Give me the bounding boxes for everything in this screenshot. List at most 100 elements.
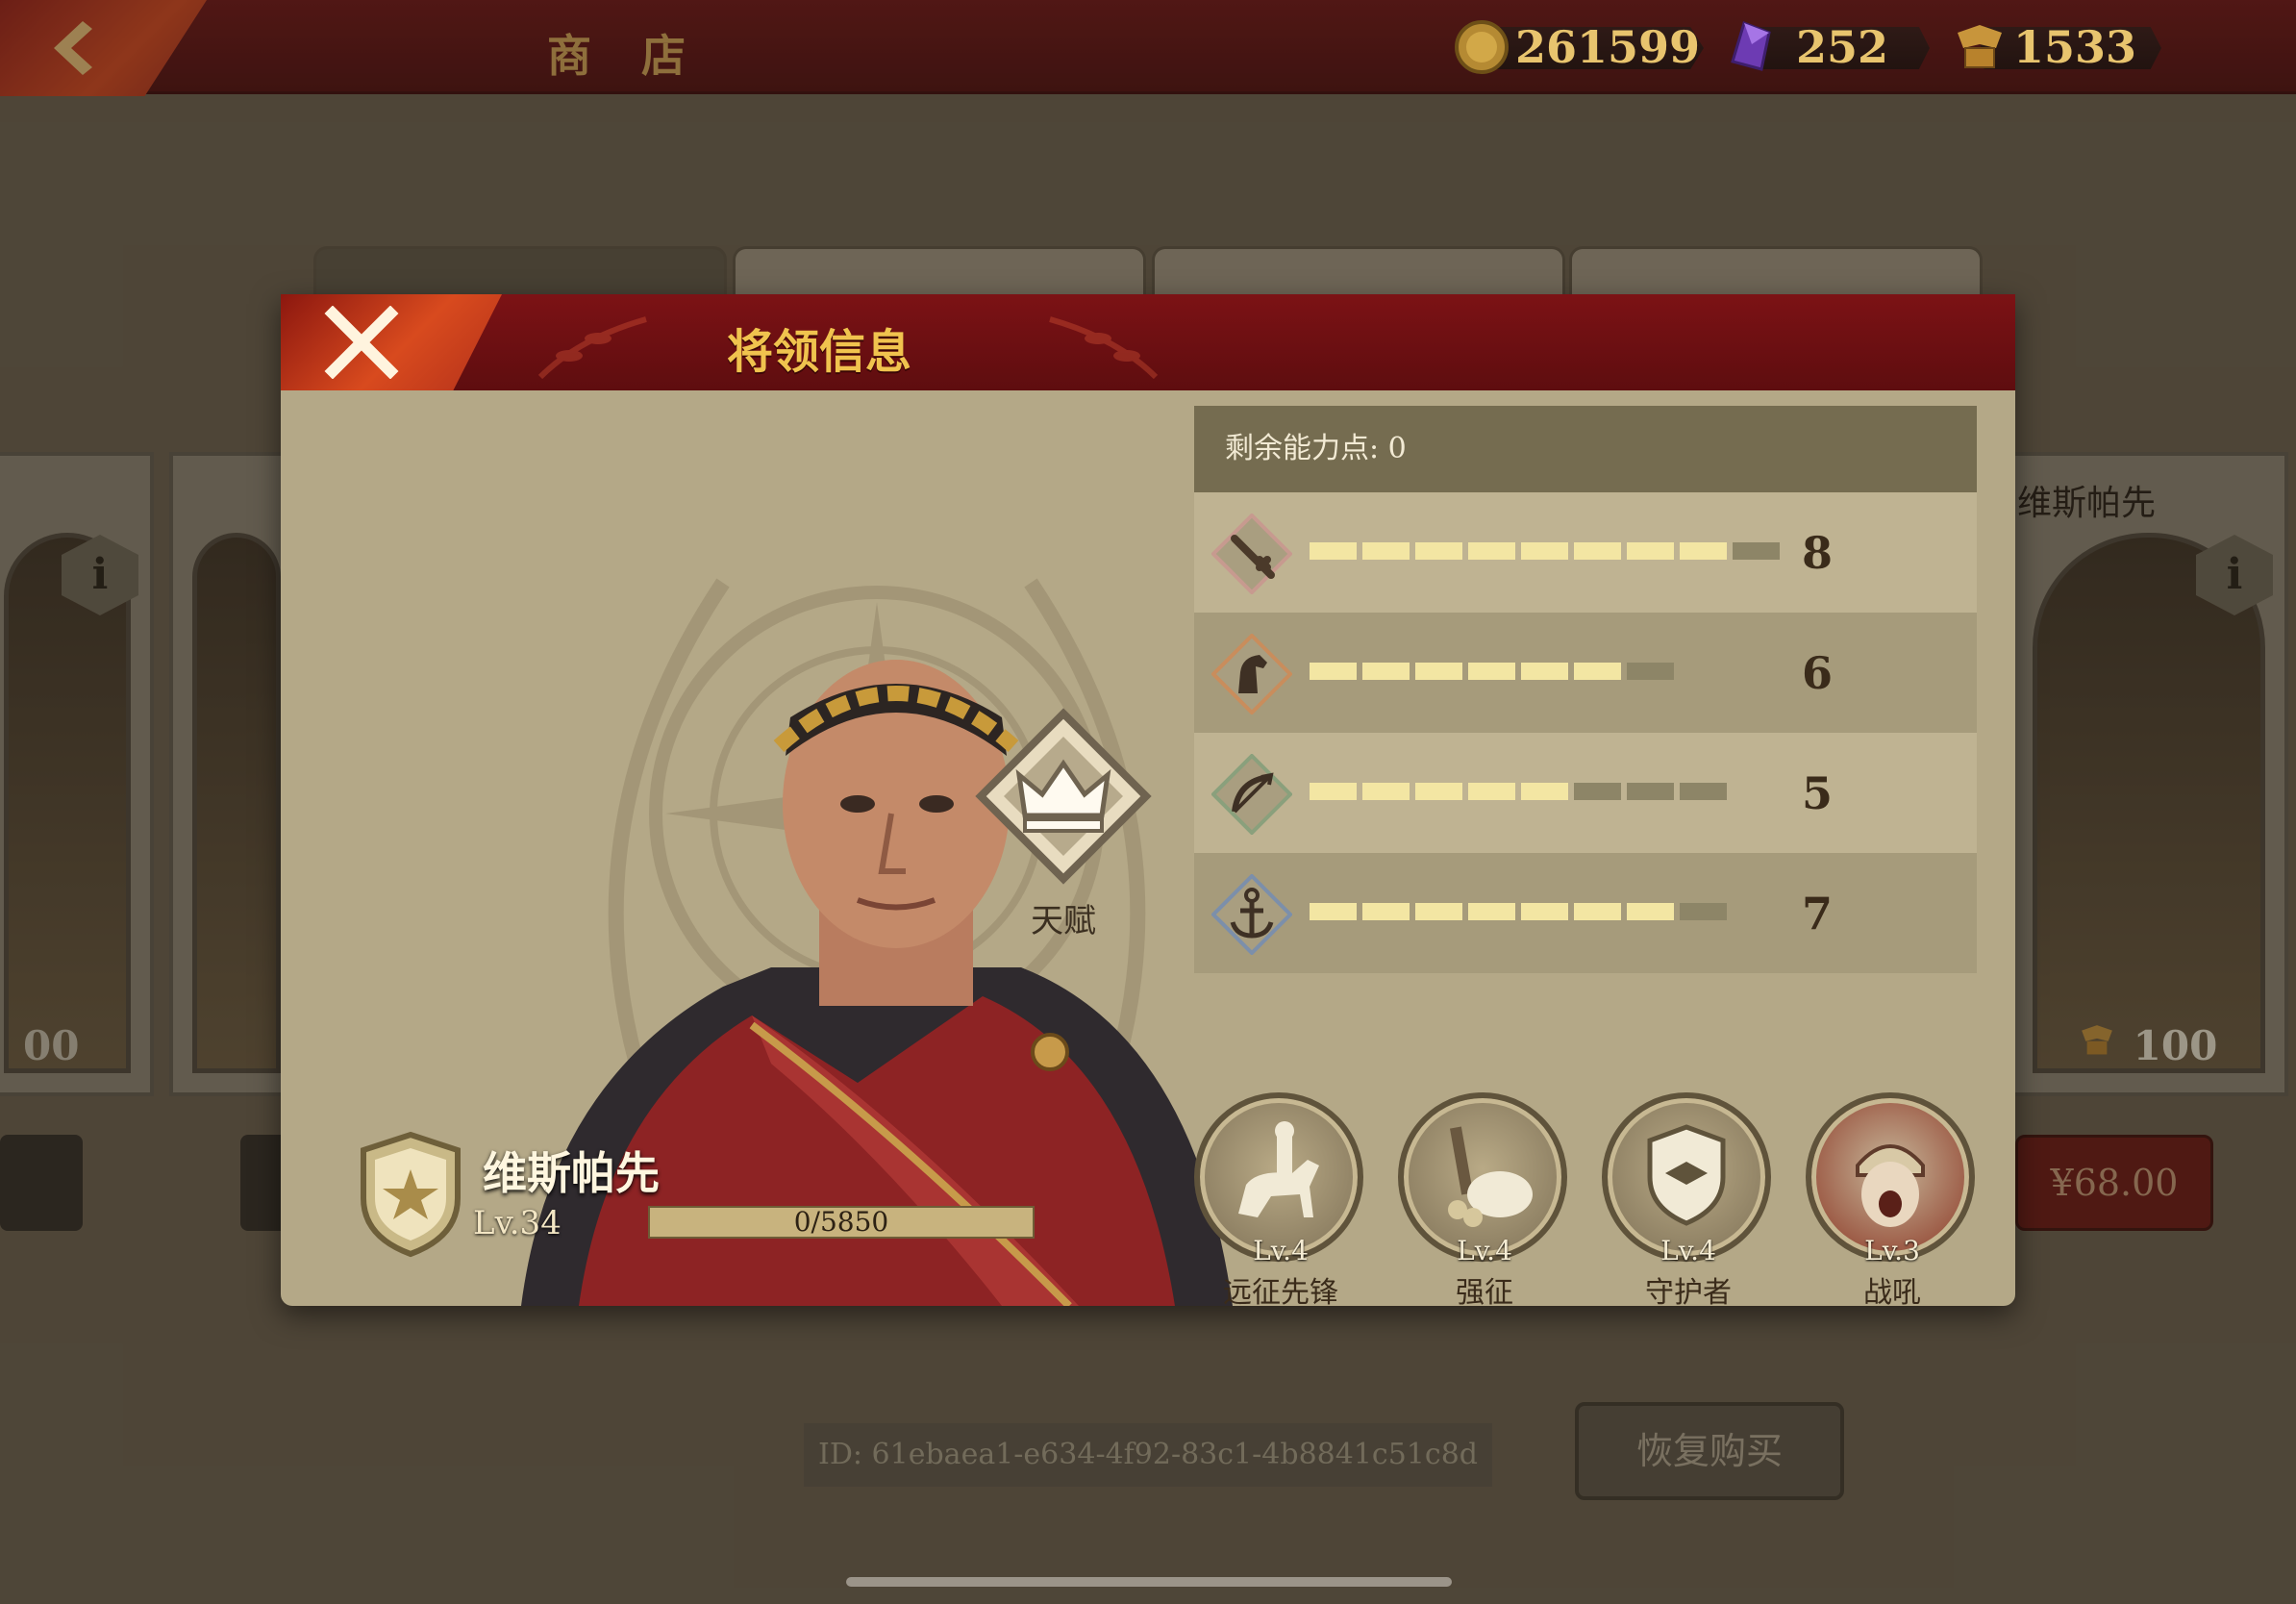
stat-bar-segment: [1362, 783, 1410, 800]
shop-card-right[interactable]: i 100: [2009, 452, 2288, 1096]
stat-value: 6: [1802, 647, 1834, 699]
stat-bar-segment: [1362, 903, 1410, 920]
experience-bar: 0/5850: [648, 1206, 1035, 1239]
general-name: 维斯帕先: [483, 1147, 660, 1199]
stat-bar-segment: [1574, 903, 1621, 920]
stat-bar-segment: [1415, 783, 1462, 800]
page-title: 商 店: [546, 30, 703, 82]
skill-name: 强征: [1456, 1276, 1513, 1310]
stat-bar-segment: [1310, 542, 1357, 560]
stat-value: 8: [1802, 527, 1834, 579]
stat-bar-segment: [1680, 903, 1727, 920]
stat-bar-segment: [1310, 903, 1357, 920]
stat-bar-segment: [1310, 663, 1357, 680]
skill-level: Lv.4: [1457, 1235, 1512, 1266]
stat-bar-segment: [1680, 783, 1727, 800]
stat-bar-segment: [1415, 663, 1462, 680]
skill-name: 战吼: [1863, 1276, 1921, 1310]
stat-row-naval: 7: [1194, 853, 1977, 973]
anchor-icon: [1211, 874, 1292, 955]
stat-bar-segment: [1468, 663, 1515, 680]
eagle-counter: 1533: [1952, 19, 2161, 75]
spqr-eagle-icon: [1958, 25, 2002, 68]
skill-level: Lv.4: [1253, 1235, 1309, 1266]
gem-counter: 252: [1723, 19, 1930, 75]
general-info-dialog: 将领信息 天赋 维斯帕先 Lv.34 0/5850 剩余能力点: 0 8 6 5…: [281, 294, 2015, 1310]
skill-war-cry[interactable]: Lv.3 战吼: [1806, 1092, 1979, 1311]
skill-level: Lv.4: [1660, 1235, 1716, 1266]
horse-icon: [1211, 634, 1292, 714]
general-nameplate: 维斯帕先 Lv.34 0/5850: [358, 1131, 1261, 1275]
gold-value: 261599: [1515, 21, 1701, 73]
ability-stats-panel: 剩余能力点: 0 8 6 5 7: [1194, 406, 1977, 973]
stat-bar-segment: [1468, 903, 1515, 920]
gem-value: 252: [1796, 21, 1889, 73]
stat-bar-segment: [1680, 542, 1727, 560]
card-price: 00: [23, 1022, 80, 1069]
stat-bar: [1310, 663, 1674, 680]
dialog-header: 将领信息: [281, 294, 2015, 390]
back-arrow-icon: [54, 21, 92, 75]
stat-bar-segment: [1627, 542, 1674, 560]
card-price-value: 100: [2133, 1022, 2218, 1069]
skill-guardian[interactable]: Lv.4 守护者: [1602, 1092, 1775, 1311]
stat-bar-segment: [1574, 783, 1621, 800]
card-price: 100: [2075, 1021, 2217, 1069]
experience-text: 0/5850: [793, 1206, 889, 1238]
skill-name: 远征先锋: [1223, 1276, 1338, 1310]
skills-row: Lv.4 远征先锋 Lv.4 强征 Lv.4 守护者 Lv.3 战吼: [1194, 1092, 1977, 1310]
stat-bar: [1310, 783, 1727, 800]
talent-label: 天赋: [1031, 902, 1096, 940]
stat-row-archery: 5: [1194, 733, 1977, 853]
spqr-eagle-icon: [2082, 1025, 2112, 1055]
stat-bar: [1310, 542, 1780, 560]
buy-button-left[interactable]: [0, 1135, 83, 1231]
buy-price-button[interactable]: ¥68.00: [2015, 1135, 2213, 1231]
stat-value: 7: [1802, 888, 1834, 940]
back-button[interactable]: [0, 0, 207, 96]
top-bar: 商 店 261599 252 1533: [0, 0, 2296, 96]
stat-bar-segment: [1574, 542, 1621, 560]
stat-bar: [1310, 903, 1727, 920]
rank-shield-icon: [361, 1131, 461, 1258]
stat-bar-segment: [1521, 903, 1568, 920]
home-indicator[interactable]: [846, 1577, 1452, 1587]
stat-bar-segment: [1468, 542, 1515, 560]
gold-counter: 261599: [1454, 19, 1704, 75]
stat-value: 5: [1802, 767, 1834, 819]
card-general-name: 维斯帕先: [2017, 484, 2157, 523]
crown-icon: [975, 708, 1152, 885]
stat-bar-segment: [1733, 542, 1780, 560]
dialog-title: 将领信息: [726, 325, 911, 379]
user-id-text: ID: 61ebaea1-e634-4f92-83c1-4b8841c51c8d: [804, 1423, 1492, 1487]
stat-bar-segment: [1415, 542, 1462, 560]
talent-badge[interactable]: 天赋: [975, 708, 1152, 941]
skill-level: Lv.3: [1864, 1235, 1920, 1266]
skill-conscription[interactable]: Lv.4 强征: [1398, 1092, 1571, 1311]
stat-bar-segment: [1468, 783, 1515, 800]
eagle-value: 1533: [2013, 21, 2137, 73]
restore-purchase-button[interactable]: 恢复购买: [1575, 1402, 1844, 1500]
sword-icon: [1211, 514, 1292, 594]
stat-bar-segment: [1415, 903, 1462, 920]
remaining-points: 剩余能力点: 0: [1194, 406, 1977, 492]
stat-row-infantry: 8: [1194, 492, 1977, 613]
general-level: Lv.34: [473, 1204, 562, 1242]
stat-bar-segment: [1627, 783, 1674, 800]
stat-bar-segment: [1574, 663, 1621, 680]
stat-bar-segment: [1627, 903, 1674, 920]
stat-bar-segment: [1521, 783, 1568, 800]
skill-name: 守护者: [1645, 1276, 1732, 1310]
gold-coin-icon: [1455, 20, 1509, 74]
stat-bar-segment: [1521, 663, 1568, 680]
stat-row-cavalry: 6: [1194, 613, 1977, 733]
stat-bar-segment: [1521, 542, 1568, 560]
stat-bar-segment: [1362, 663, 1410, 680]
shop-card-left[interactable]: i 00: [0, 452, 154, 1096]
purple-gem-icon: [1731, 21, 1771, 71]
skill-expedition-vanguard[interactable]: Lv.4 远征先锋: [1194, 1092, 1367, 1311]
stat-bar-segment: [1627, 663, 1674, 680]
bow-icon: [1211, 754, 1292, 835]
stat-bar-segment: [1362, 542, 1410, 560]
dialog-body: 天赋 维斯帕先 Lv.34 0/5850 剩余能力点: 0 8 6 5 7 Lv…: [281, 390, 2015, 1310]
